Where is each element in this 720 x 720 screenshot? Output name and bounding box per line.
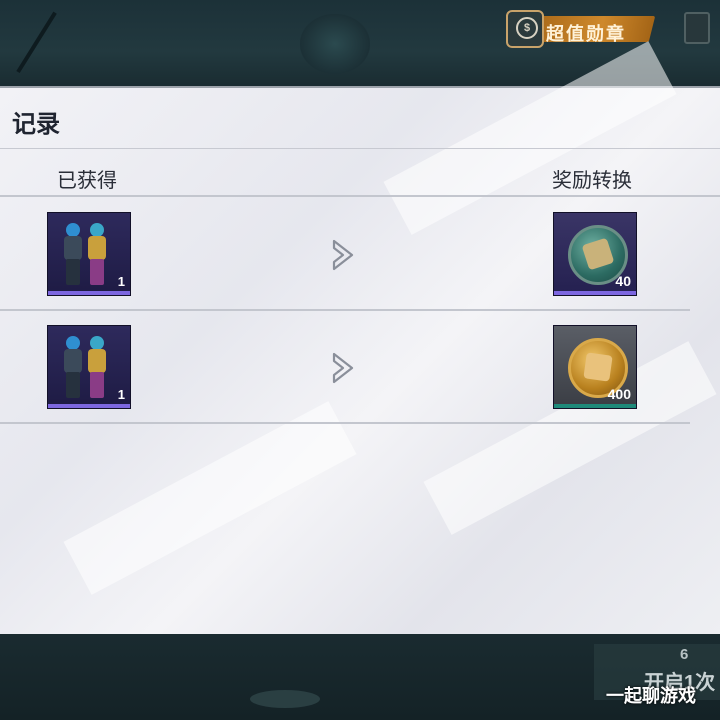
promo-label: 超值勋章 — [546, 24, 626, 44]
divider — [0, 195, 720, 197]
fishing-rod-graphic — [16, 11, 57, 74]
column-header-obtained: 已获得 — [57, 170, 117, 192]
watermark: 一起聊游戏 — [606, 686, 696, 706]
fish-silhouette — [250, 690, 320, 708]
item-quantity: 1 — [117, 387, 125, 402]
record-panel: 记录 已获得 奖励转换 1 40 1 400 — [0, 41, 720, 636]
record-item-tile[interactable]: 1 — [47, 325, 131, 409]
character-outfit-icon — [62, 336, 84, 400]
item-quantity: 1 — [117, 274, 125, 289]
reward-tile[interactable]: 40 — [553, 212, 637, 296]
value-medal-promo[interactable]: $ 超值勋章 — [506, 10, 656, 48]
dollar-coin-icon: $ — [506, 10, 544, 48]
reward-tile[interactable]: 400 — [553, 325, 637, 409]
character-outfit-icon — [62, 223, 84, 287]
column-header-reward: 奖励转换 — [552, 170, 632, 192]
record-item-tile[interactable]: 1 — [47, 212, 131, 296]
open-count: 6 — [680, 646, 689, 663]
chevron-right-icon — [332, 352, 354, 384]
chevron-right-icon — [332, 239, 354, 271]
divider — [0, 309, 690, 311]
panel-title: 记录 — [12, 111, 60, 138]
fish-silhouette — [300, 14, 370, 74]
reward-quantity: 400 — [607, 386, 631, 402]
divider — [0, 422, 690, 424]
divider — [0, 148, 720, 149]
reward-quantity: 40 — [615, 273, 631, 289]
card-icon[interactable] — [684, 12, 710, 44]
